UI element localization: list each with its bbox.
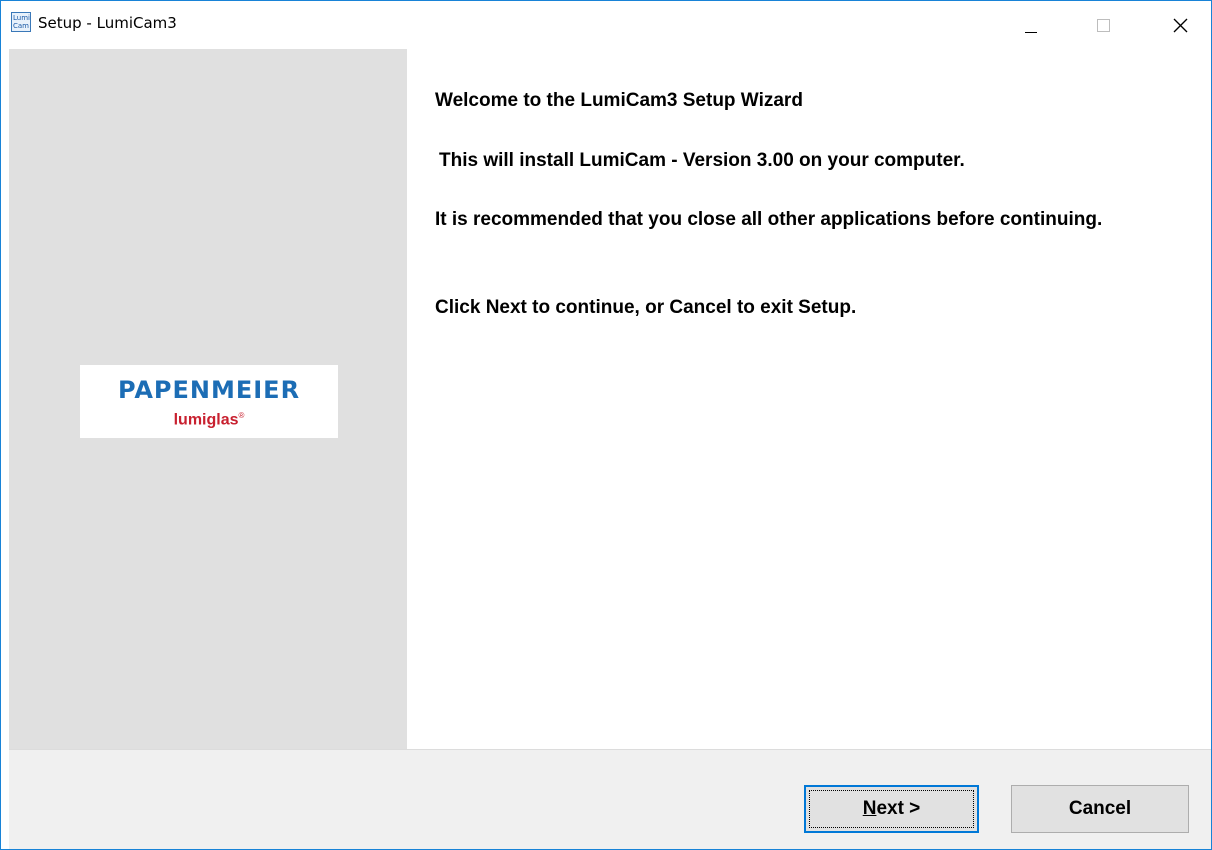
lumicam-app-icon: Lumi Cam [11, 12, 31, 32]
title-bar[interactable]: Lumi Cam Setup - LumiCam3 [1, 1, 1211, 49]
registered-mark: ® [238, 411, 245, 420]
maximize-button[interactable] [1073, 1, 1133, 49]
welcome-heading: Welcome to the LumiCam3 Setup Wizard [435, 90, 803, 111]
click-next-text: Click Next to continue, or Cancel to exi… [435, 297, 857, 318]
wizard-content: Welcome to the LumiCam3 Setup Wizard Thi… [435, 49, 1195, 749]
next-button[interactable]: Next > [804, 785, 979, 833]
wizard-side-panel: PAPENMEIER lumiglas® [9, 49, 407, 749]
install-text: This will install LumiCam - Version 3.00… [439, 150, 965, 171]
maximize-icon [1097, 19, 1110, 32]
papenmeier-lumiglas-logo: PAPENMEIER lumiglas® [80, 365, 338, 438]
recommend-text: It is recommended that you close all oth… [435, 209, 1103, 230]
focus-rectangle [809, 790, 974, 828]
button-bar: Next > Cancel [9, 749, 1211, 849]
logo-main-text: PAPENMEIER [117, 376, 301, 404]
cancel-button[interactable]: Cancel [1011, 785, 1189, 833]
logo-sub-name: lumiglas [173, 411, 239, 429]
close-button[interactable] [1151, 1, 1211, 49]
setup-window: Lumi Cam Setup - LumiCam3 PAPENMEIER lum… [0, 0, 1212, 850]
window-title: Setup - LumiCam3 [38, 14, 177, 32]
close-icon [1173, 18, 1188, 33]
logo-sub-text: lumiglas® [80, 411, 338, 429]
minimize-icon [1025, 32, 1037, 33]
minimize-button[interactable] [1001, 1, 1061, 49]
